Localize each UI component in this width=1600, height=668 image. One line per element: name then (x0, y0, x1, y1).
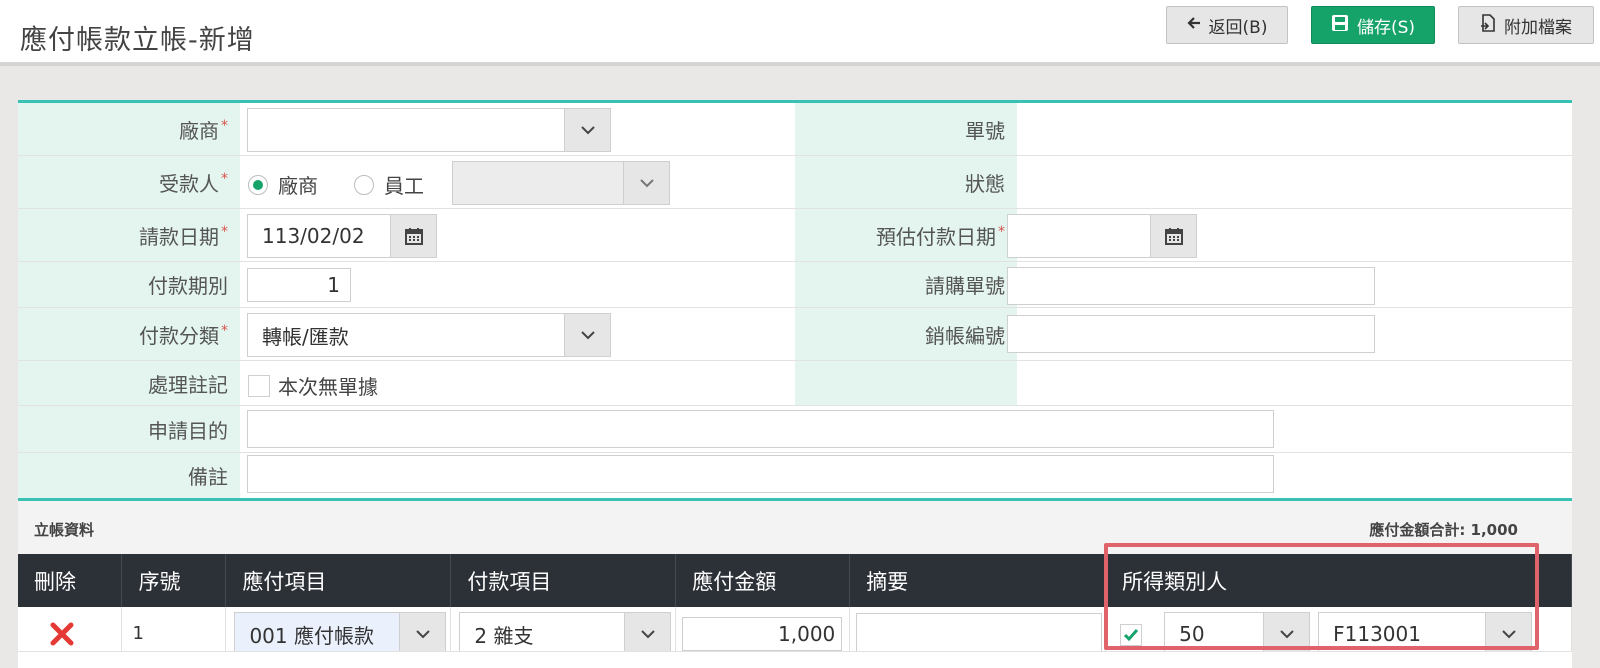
col-header-income-type: 所得類別人 (1105, 554, 1572, 607)
calendar-icon[interactable] (1150, 215, 1196, 257)
col-header-amount: 應付金額 (675, 554, 851, 607)
chevron-down-icon[interactable] (564, 109, 610, 151)
payee-radio-vendor[interactable] (248, 174, 268, 195)
summary-input[interactable] (856, 613, 1103, 653)
attach-file-label: 附加檔案 (1504, 17, 1572, 38)
col-header-summary: 摘要 (849, 554, 1107, 607)
vendor-label: 廠商 * (18, 103, 240, 155)
form-row-note: 處理註記 本次無單據 (18, 361, 1572, 406)
pay-period-label: 付款期別 (18, 262, 240, 307)
chevron-down-icon[interactable] (623, 162, 669, 204)
entries-section-header: 立帳資料 應付金額合計: 1,000 (18, 498, 1572, 554)
attach-file-button[interactable]: 附加檔案 (1458, 6, 1594, 44)
chevron-down-icon[interactable] (564, 314, 610, 356)
remark-label: 備註 (18, 453, 240, 498)
seq-value: 1 (132, 623, 144, 644)
income-type-select[interactable]: 50 (1164, 612, 1311, 656)
checkmark-icon (1124, 629, 1139, 642)
form-row-category: 付款分類 * 轉帳/匯款 銷帳編號 (18, 308, 1572, 361)
no-receipt-checkbox[interactable] (248, 374, 270, 397)
writeoff-no-input[interactable] (1007, 315, 1375, 353)
entries-table: 刪除 序號 應付項目 付款項目 應付金額 摘要 所得類別人 1 001 應付帳款… (18, 554, 1572, 660)
col-header-seq: 序號 (121, 554, 227, 607)
form-row-purpose: 申請目的 (18, 406, 1572, 453)
col-header-delete: 刪除 (18, 554, 123, 607)
table-next-row-stub (18, 651, 1572, 668)
form-row-period: 付款期別 1 請購單號 (18, 262, 1572, 308)
form-row-dates: 請款日期 * 113/02/02 預估付款日期 * (18, 209, 1572, 262)
col-header-payable-item: 應付項目 (225, 554, 452, 607)
file-attach-icon (1480, 13, 1496, 37)
pay-period-input[interactable]: 1 (247, 268, 351, 302)
chevron-down-icon[interactable] (624, 613, 671, 655)
table-header-row: 刪除 序號 應付項目 付款項目 應付金額 摘要 所得類別人 (18, 554, 1572, 607)
chevron-down-icon[interactable] (1263, 613, 1310, 655)
status-label: 狀態 (795, 156, 1017, 208)
pay-category-label: 付款分類 * (18, 308, 240, 360)
amount-input[interactable]: 1,000 (682, 617, 843, 651)
back-button-label: 返回(B) (1208, 17, 1268, 38)
request-date-label: 請款日期 * (18, 209, 240, 261)
save-button-label: 儲存(S) (1356, 17, 1416, 38)
form-row-vendor: 廠商 * 單號 (18, 103, 1572, 156)
form-panel: 廠商 * 單號 受款人 * 廠商 員工 狀態 請款日期 * 113/02/02 預估付… (18, 100, 1572, 660)
payee-label: 受款人 * (18, 156, 240, 208)
remark-input[interactable] (247, 455, 1274, 493)
pay-category-select[interactable]: 轉帳/匯款 (247, 313, 611, 357)
doc-no-label: 單號 (795, 103, 1017, 155)
pay-item-select[interactable]: 2 雜支 (459, 612, 672, 656)
est-pay-date-input[interactable] (1007, 214, 1197, 258)
income-person-select[interactable]: F113001 (1318, 612, 1533, 656)
no-receipt-label: 本次無單據 (278, 375, 378, 399)
save-button[interactable]: 儲存(S) (1311, 6, 1435, 44)
vendor-select[interactable] (247, 108, 611, 152)
chevron-down-icon[interactable] (1485, 613, 1532, 655)
payable-item-select[interactable]: 001 應付帳款 (234, 612, 447, 656)
payee-radio-vendor-label: 廠商 (278, 174, 318, 198)
page-title: 應付帳款立帳-新增 (20, 25, 255, 56)
writeoff-no-label: 銷帳編號 (795, 308, 1017, 360)
payee-radio-employee-label: 員工 (384, 174, 424, 198)
processing-note-label: 處理註記 (18, 361, 240, 405)
total-amount: 應付金額合計: 1,000 (1369, 521, 1518, 539)
entries-section-title: 立帳資料 (34, 521, 95, 539)
back-button[interactable]: 返回(B) (1166, 6, 1288, 44)
payee-radio-employee[interactable] (354, 174, 374, 195)
floppy-disk-icon (1331, 14, 1349, 37)
delete-x-icon[interactable] (50, 622, 74, 651)
income-checkbox[interactable] (1120, 624, 1143, 646)
request-date-input[interactable]: 113/02/02 (247, 214, 437, 258)
form-row-remark: 備註 (18, 453, 1572, 498)
purchase-no-input[interactable] (1007, 267, 1375, 305)
empty-label-cell (795, 361, 1017, 405)
col-header-pay-item: 付款項目 (450, 554, 677, 607)
est-pay-date-label: 預估付款日期 * (795, 209, 1017, 261)
purchase-no-label: 請購單號 (795, 262, 1017, 307)
arrow-left-icon (1186, 15, 1201, 35)
purpose-label: 申請目的 (18, 406, 240, 452)
calendar-icon[interactable] (390, 215, 436, 257)
form-row-payee: 受款人 * 廠商 員工 狀態 (18, 156, 1572, 209)
top-bar: 應付帳款立帳-新增 返回(B) 儲存(S) 附加檔案 (0, 0, 1600, 66)
employee-select[interactable] (452, 161, 670, 205)
purpose-input[interactable] (247, 410, 1274, 448)
chevron-down-icon[interactable] (399, 613, 446, 655)
